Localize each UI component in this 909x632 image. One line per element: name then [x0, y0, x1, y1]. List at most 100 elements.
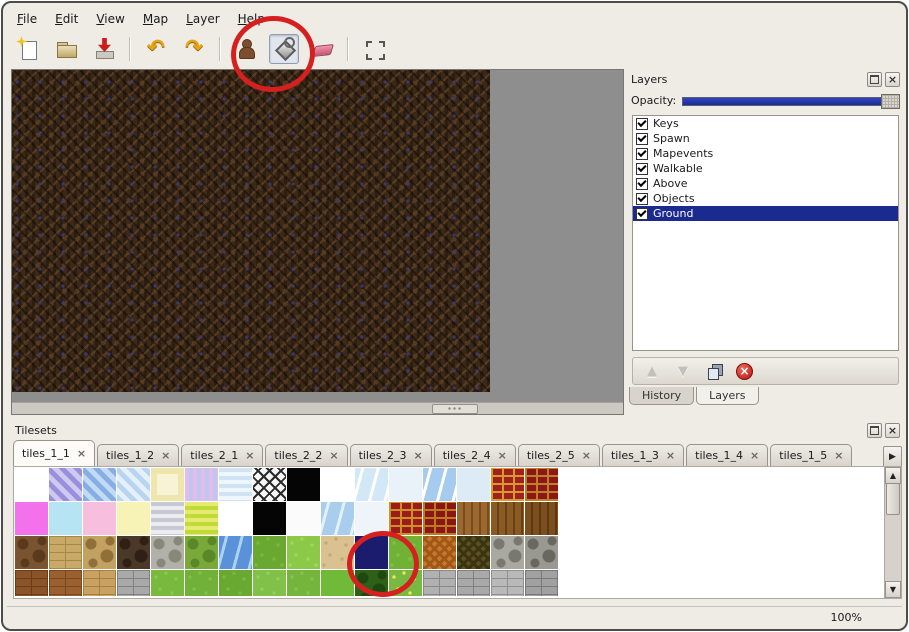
tileset-tab-tiles_1_5[interactable]: tiles_1_5	[770, 444, 852, 466]
palette-tile-r3c6[interactable]	[185, 536, 218, 569]
palette-tile-r2c12[interactable]	[389, 502, 422, 535]
float-panel-icon[interactable]	[867, 72, 882, 87]
close-tab-icon[interactable]	[582, 449, 591, 462]
palette-tile-r1c15[interactable]	[491, 468, 524, 501]
tileset-tab-tiles_1_2[interactable]: tiles_1_2	[97, 444, 179, 466]
undo-button[interactable]	[141, 34, 171, 64]
palette-tile-r4c1[interactable]	[15, 570, 48, 596]
palette-tile-r3c11[interactable]	[355, 536, 388, 569]
close-tab-icon[interactable]	[666, 449, 675, 462]
select-tool-button[interactable]	[359, 34, 389, 64]
palette-tile-r2c10[interactable]	[321, 502, 354, 535]
tab-layers[interactable]: Layers	[696, 387, 758, 405]
tab-history[interactable]: History	[629, 387, 694, 405]
palette-tile-r3c10[interactable]	[321, 536, 354, 569]
menu-item-edit[interactable]: Edit	[47, 9, 86, 29]
palette-tile-r2c16[interactable]	[525, 502, 558, 535]
tileset-tab-tiles_1_4[interactable]: tiles_1_4	[686, 444, 768, 466]
palette-tile-r1c4[interactable]	[117, 468, 150, 501]
palette-tile-r3c15[interactable]	[491, 536, 524, 569]
palette-tile-r2c4[interactable]	[117, 502, 150, 535]
palette-tile-r1c9[interactable]	[287, 468, 320, 501]
layer-row-spawn[interactable]: Spawn	[633, 131, 898, 146]
palette-vscroll-thumb[interactable]	[886, 483, 900, 515]
tileset-tab-tiles_2_4[interactable]: tiles_2_4	[434, 444, 516, 466]
layer-row-mapevents[interactable]: Mapevents	[633, 146, 898, 161]
tab-scroll-right-icon[interactable]	[883, 446, 902, 468]
menu-item-help[interactable]: Help	[230, 9, 273, 29]
palette-tile-r1c14[interactable]	[457, 468, 490, 501]
palette-tile-r1c13[interactable]	[423, 468, 456, 501]
palette-tile-r4c11[interactable]	[355, 570, 388, 596]
palette-tile-r2c8[interactable]	[253, 502, 286, 535]
layer-visibility-checkbox[interactable]	[636, 178, 648, 190]
palette-tile-r3c5[interactable]	[151, 536, 184, 569]
layer-visibility-checkbox[interactable]	[636, 193, 648, 205]
palette-tile-r1c10[interactable]	[321, 468, 354, 501]
duplicate-layer-icon[interactable]	[705, 362, 723, 380]
scroll-down-icon[interactable]	[885, 581, 901, 598]
palette-tile-r1c5[interactable]	[151, 468, 184, 501]
palette-tile-r2c2[interactable]	[49, 502, 82, 535]
layer-visibility-checkbox[interactable]	[636, 133, 648, 145]
float-panel-icon[interactable]	[867, 423, 882, 438]
palette-tile-r1c1[interactable]	[15, 468, 48, 501]
palette-tile-r1c11[interactable]	[355, 468, 388, 501]
opacity-slider-handle[interactable]	[881, 94, 900, 109]
tileset-tab-tiles_2_3[interactable]: tiles_2_3	[350, 444, 432, 466]
palette-tile-r1c12[interactable]	[389, 468, 422, 501]
palette-tile-r4c12[interactable]	[389, 570, 422, 596]
layer-visibility-checkbox[interactable]	[636, 118, 648, 130]
save-file-button[interactable]	[89, 34, 119, 64]
layer-row-objects[interactable]: Objects	[633, 191, 898, 206]
palette-tile-r3c14[interactable]	[457, 536, 490, 569]
palette-tile-r4c4[interactable]	[117, 570, 150, 596]
palette-tile-r4c15[interactable]	[491, 570, 524, 596]
open-file-button[interactable]	[51, 34, 81, 64]
menu-item-map[interactable]: Map	[135, 9, 176, 29]
menu-item-layer[interactable]: Layer	[178, 9, 227, 29]
palette-tile-r3c3[interactable]	[83, 536, 116, 569]
map-hscroll-thumb[interactable]	[432, 404, 478, 414]
map-hscrollbar[interactable]	[12, 402, 623, 414]
palette-tile-r4c14[interactable]	[457, 570, 490, 596]
palette-tile-r1c16[interactable]	[525, 468, 558, 501]
map-canvas[interactable]	[12, 70, 490, 392]
close-tab-icon[interactable]	[77, 447, 86, 460]
palette-tile-r4c10[interactable]	[321, 570, 354, 596]
opacity-slider[interactable]	[682, 94, 900, 107]
fill-tool-button[interactable]	[269, 34, 299, 64]
palette-tile-r4c5[interactable]	[151, 570, 184, 596]
palette-tile-r4c6[interactable]	[185, 570, 218, 596]
map-viewport[interactable]	[11, 69, 624, 415]
palette-tile-r3c4[interactable]	[117, 536, 150, 569]
palette-tile-r2c11[interactable]	[355, 502, 388, 535]
close-tab-icon[interactable]	[245, 449, 254, 462]
close-tab-icon[interactable]	[834, 449, 843, 462]
close-tab-icon[interactable]	[498, 449, 507, 462]
palette-tile-r2c1[interactable]	[15, 502, 48, 535]
palette-tile-r4c7[interactable]	[219, 570, 252, 596]
tileset-tab-tiles_2_2[interactable]: tiles_2_2	[265, 444, 347, 466]
palette-tile-r4c9[interactable]	[287, 570, 320, 596]
menu-item-view[interactable]: View	[88, 9, 132, 29]
eraser-tool-button[interactable]	[307, 34, 337, 64]
palette-tile-r2c3[interactable]	[83, 502, 116, 535]
close-tab-icon[interactable]	[413, 449, 422, 462]
layer-row-above[interactable]: Above	[633, 176, 898, 191]
palette-tile-r3c16[interactable]	[525, 536, 558, 569]
palette-tile-r3c13[interactable]	[423, 536, 456, 569]
palette-tile-r1c6[interactable]	[185, 468, 218, 501]
layer-row-walkable[interactable]: Walkable	[633, 161, 898, 176]
tileset-tab-tiles_1_1[interactable]: tiles_1_1	[13, 440, 95, 466]
layer-visibility-checkbox[interactable]	[636, 163, 648, 175]
opacity-slider-track[interactable]	[682, 97, 900, 106]
palette-tile-r3c12[interactable]	[389, 536, 422, 569]
palette-tile-r2c5[interactable]	[151, 502, 184, 535]
tileset-tab-tiles_1_3[interactable]: tiles_1_3	[602, 444, 684, 466]
palette-tile-r3c2[interactable]	[49, 536, 82, 569]
raise-layer-icon[interactable]	[643, 362, 661, 380]
redo-button[interactable]	[179, 34, 209, 64]
palette-tile-r2c15[interactable]	[491, 502, 524, 535]
palette-vscrollbar[interactable]	[884, 467, 901, 598]
